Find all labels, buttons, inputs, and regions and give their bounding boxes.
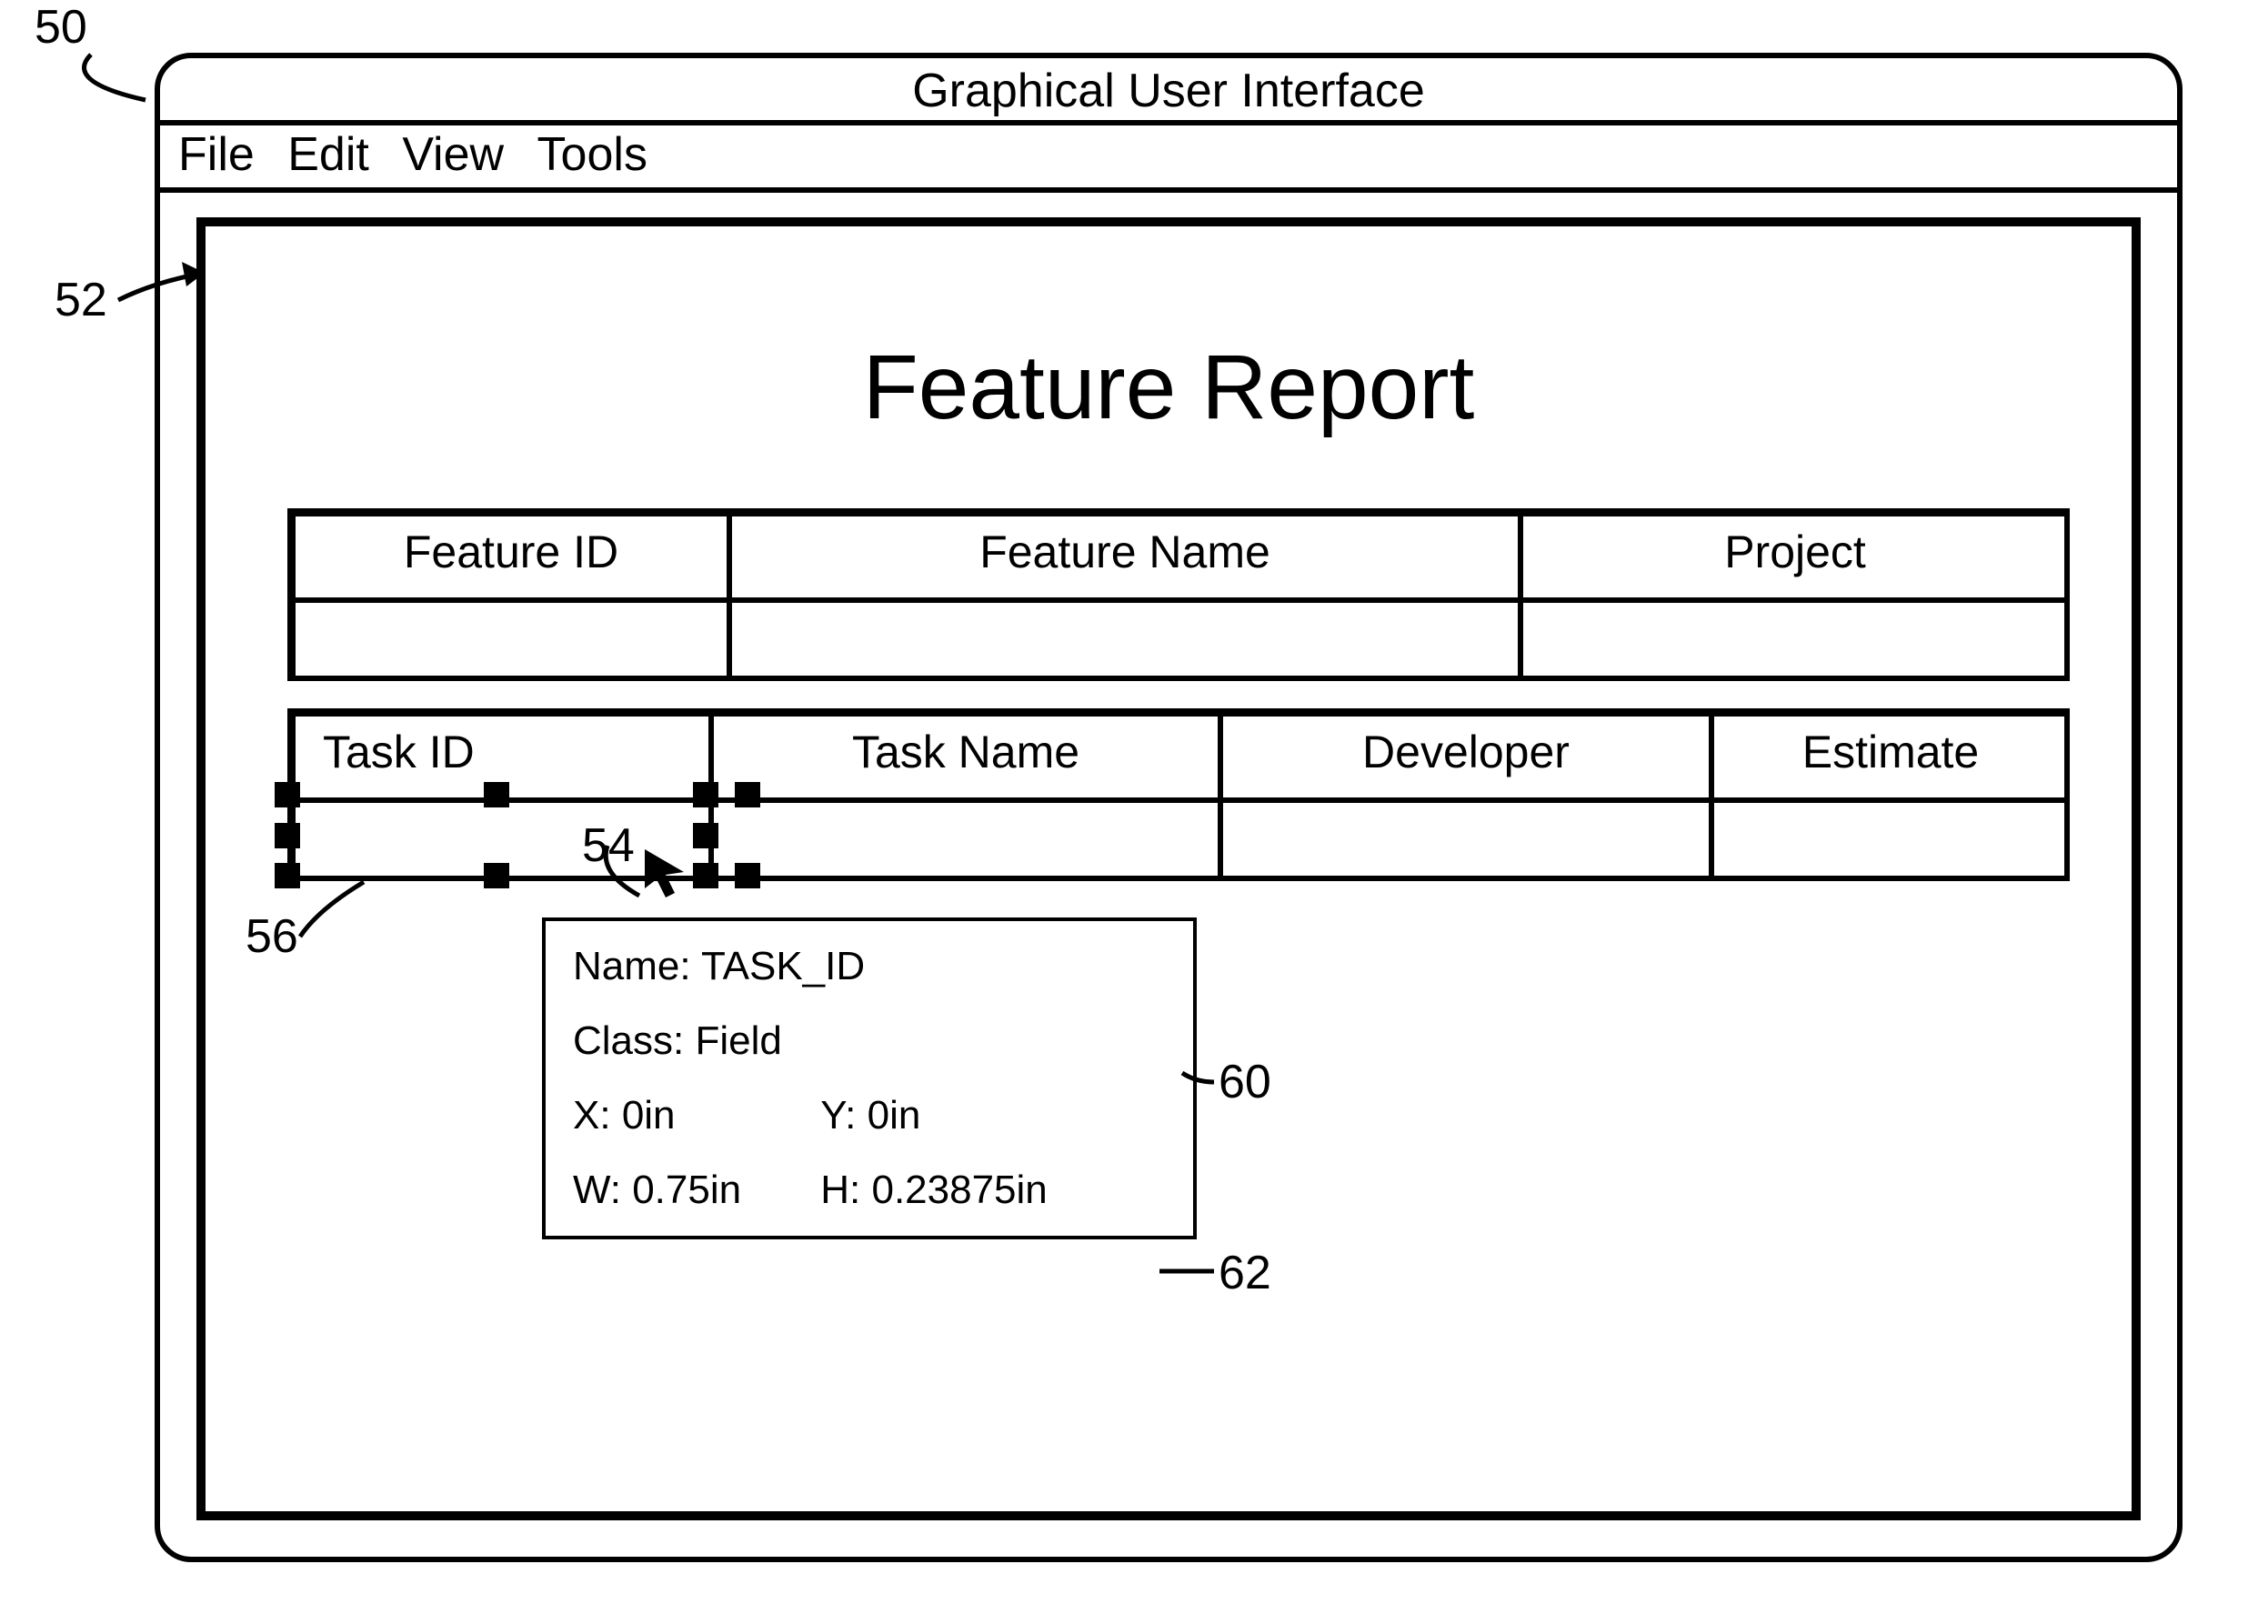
selection-handle[interactable] — [735, 782, 760, 807]
callout-62: 62 — [1219, 1246, 1271, 1300]
info-h-value: 0.23875in — [871, 1170, 1047, 1210]
cell-project[interactable] — [1520, 600, 2070, 681]
cell-task-name[interactable] — [711, 800, 1220, 881]
window-title: Graphical User Interface — [160, 58, 2177, 125]
selection-handle[interactable] — [484, 863, 509, 888]
design-canvas[interactable]: Feature Report Feature ID Feature Name P… — [196, 217, 2141, 1520]
col-developer[interactable]: Developer — [1220, 714, 1711, 800]
info-w-label: W: — [573, 1170, 621, 1210]
info-x-label: X: — [573, 1096, 611, 1136]
feature-table[interactable]: Feature ID Feature Name Project — [287, 508, 2070, 681]
col-feature-name[interactable]: Feature Name — [729, 514, 1520, 600]
info-h-label: H: — [820, 1170, 860, 1210]
selection-handle[interactable] — [735, 863, 760, 888]
callout-50: 50 — [35, 0, 87, 55]
callout-60: 60 — [1219, 1055, 1271, 1109]
col-project[interactable]: Project — [1520, 514, 2070, 600]
info-y-label: Y: — [820, 1096, 856, 1136]
app-window: Graphical User Interface File Edit View … — [155, 53, 2183, 1562]
callout-54: 54 — [582, 818, 635, 873]
selection-handle[interactable] — [275, 863, 300, 888]
info-name-value: TASK_ID — [701, 944, 865, 988]
property-infobox: Name: TASK_ID Class: Field X: 0in Y: 0in — [542, 917, 1197, 1239]
task-table[interactable]: Task ID Task Name Developer Estimate — [287, 708, 2070, 881]
info-y-value: 0in — [868, 1096, 921, 1136]
cell-feature-id[interactable] — [293, 600, 729, 681]
menu-tools[interactable]: Tools — [537, 127, 647, 182]
col-estimate[interactable]: Estimate — [1711, 714, 2070, 800]
callout-56: 56 — [246, 909, 298, 964]
menu-edit[interactable]: Edit — [287, 127, 369, 182]
selection-handle[interactable] — [275, 823, 300, 848]
col-feature-id[interactable]: Feature ID — [293, 514, 729, 600]
info-class-value: Field — [695, 1018, 781, 1063]
selection-handle[interactable] — [484, 782, 509, 807]
callout-52: 52 — [55, 273, 107, 327]
col-task-name[interactable]: Task Name — [711, 714, 1220, 800]
cell-feature-name[interactable] — [729, 600, 1520, 681]
menu-file[interactable]: File — [178, 127, 255, 182]
selection-handle[interactable] — [275, 782, 300, 807]
report-title: Feature Report — [206, 336, 2132, 440]
menubar: File Edit View Tools — [160, 125, 2177, 193]
selection-handle[interactable] — [693, 782, 718, 807]
cursor-icon — [640, 845, 704, 908]
info-name-label: Name: — [573, 944, 691, 988]
info-class-label: Class: — [573, 1018, 684, 1063]
info-x-value: 0in — [622, 1096, 676, 1136]
cell-developer[interactable] — [1220, 800, 1711, 881]
menu-view[interactable]: View — [402, 127, 504, 182]
info-w-value: 0.75in — [632, 1170, 741, 1210]
cell-estimate[interactable] — [1711, 800, 2070, 881]
